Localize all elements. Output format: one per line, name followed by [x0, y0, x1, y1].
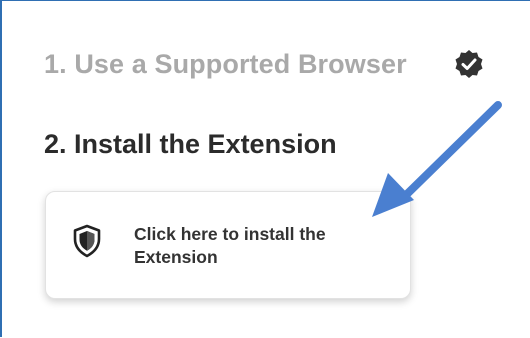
- install-extension-label: Click here to install the Extension: [134, 224, 326, 267]
- step-2-title: 2. Install the Extension: [44, 129, 337, 159]
- step-1-title: 1. Use a Supported Browser: [44, 49, 407, 79]
- check-badge-icon: [455, 50, 483, 78]
- setup-panel: 1. Use a Supported Browser 2. Install th…: [0, 0, 530, 337]
- install-extension-button[interactable]: Click here to install the Extension: [45, 191, 411, 299]
- shield-icon: [73, 224, 101, 258]
